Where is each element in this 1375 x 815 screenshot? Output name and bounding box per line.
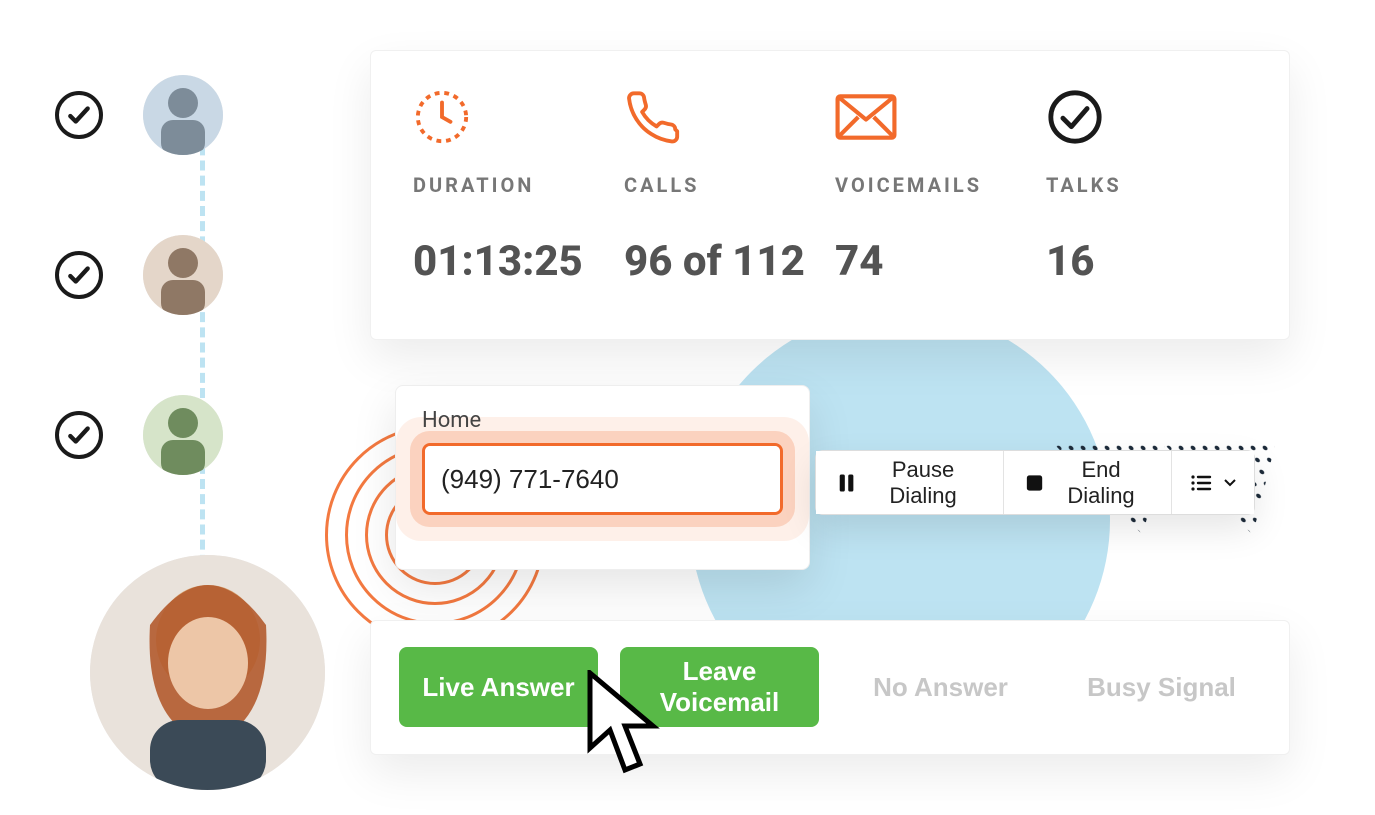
stop-icon <box>1026 473 1043 493</box>
pause-icon <box>838 472 855 494</box>
rail-connector-line <box>200 115 205 580</box>
phone-number-input[interactable] <box>425 446 783 512</box>
stat-label: DURATION <box>413 173 614 197</box>
stat-duration: DURATION 01:13:25 <box>413 87 614 311</box>
stat-value: 96 of 112 <box>624 237 825 286</box>
check-icon <box>55 251 103 299</box>
active-contact-avatar <box>90 555 325 790</box>
stat-label: TALKS <box>1046 173 1247 197</box>
contact-row <box>55 395 295 475</box>
phone-icon <box>624 87 825 147</box>
envelope-icon <box>835 87 1036 147</box>
call-actions-card: Live Answer Leave Voicemail No Answer Bu… <box>370 620 1290 755</box>
end-dialing-label: End Dialing <box>1053 457 1149 509</box>
stats-card: DURATION 01:13:25 CALLS 96 of 112 VOICEM… <box>370 50 1290 340</box>
stat-value: 74 <box>835 237 1036 286</box>
stat-value: 01:13:25 <box>413 237 614 286</box>
stat-talks: TALKS 16 <box>1046 87 1247 311</box>
avatar <box>143 395 223 475</box>
stat-value: 16 <box>1046 237 1247 286</box>
stat-voicemails: VOICEMAILS 74 <box>835 87 1036 311</box>
stat-label: VOICEMAILS <box>835 173 1036 197</box>
avatar <box>143 235 223 315</box>
check-icon <box>55 91 103 139</box>
pause-dialing-label: Pause Dialing <box>865 457 981 509</box>
leave-voicemail-button[interactable]: Leave Voicemail <box>620 647 819 727</box>
pause-dialing-button[interactable]: Pause Dialing <box>816 451 1004 514</box>
busy-signal-button[interactable]: Busy Signal <box>1062 647 1261 727</box>
stat-calls: CALLS 96 of 112 <box>624 87 825 311</box>
check-icon <box>55 411 103 459</box>
phone-type-label: Home <box>422 408 783 433</box>
dial-menu-button[interactable] <box>1172 451 1254 514</box>
stat-label: CALLS <box>624 173 825 197</box>
caret-down-icon <box>1224 479 1236 487</box>
list-icon <box>1190 474 1214 492</box>
contact-row <box>55 235 295 315</box>
avatar <box>143 75 223 155</box>
dial-controls-toolbar: Pause Dialing End Dialing <box>815 450 1255 515</box>
clock-icon <box>413 87 614 147</box>
no-answer-button[interactable]: No Answer <box>841 647 1040 727</box>
dialer-card: Home • • <box>395 385 810 570</box>
check-circle-icon <box>1046 87 1247 147</box>
end-dialing-button[interactable]: End Dialing <box>1004 451 1172 514</box>
live-answer-button[interactable]: Live Answer <box>399 647 598 727</box>
contact-row <box>55 75 295 155</box>
